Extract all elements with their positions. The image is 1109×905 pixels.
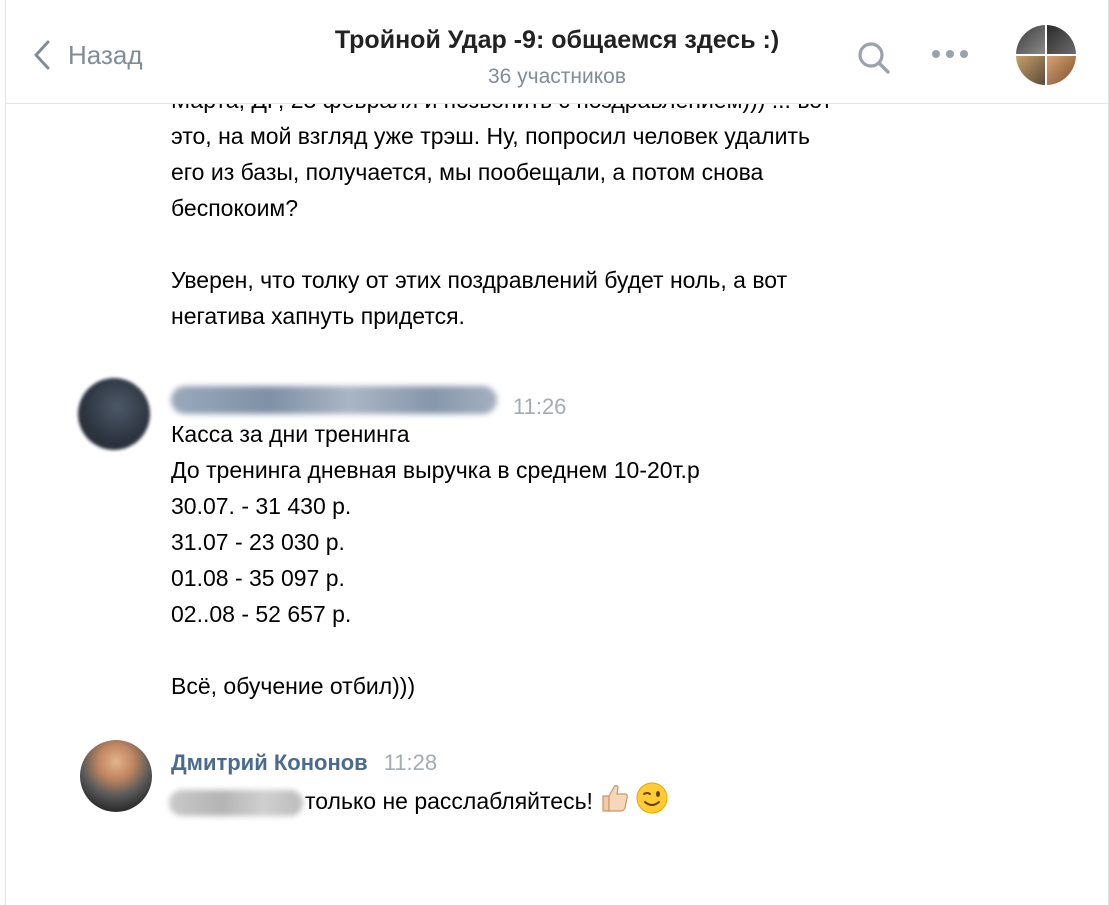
chat-avatar[interactable]: [1016, 25, 1076, 85]
message-header: 11:26: [171, 386, 566, 420]
thumbs-up-emoji: [602, 785, 628, 812]
message-list: Марта, ДР, 23 февраля и позвонить с позд…: [6, 104, 1108, 905]
message-text-previous: Марта, ДР, 23 февраля и позвонить с позд…: [171, 104, 832, 329]
sender-name-blurred[interactable]: [171, 386, 497, 414]
message-text: только не расслабляйтесь!: [305, 788, 593, 814]
more-icon: [932, 50, 940, 58]
message-time: 11:28: [383, 750, 438, 775]
mention-blurred[interactable]: [169, 789, 303, 816]
message-header: Дмитрий Кононов 11:28: [171, 750, 437, 776]
chat-header: Назад Тройной Удар -9: общаемся здесь :)…: [6, 0, 1108, 104]
avatar[interactable]: [78, 378, 150, 450]
search-button[interactable]: [856, 40, 892, 81]
message-body: только не расслабляйтесь!: [169, 781, 929, 819]
message-text: Касса за дни тренинга До тренинга дневна…: [171, 421, 700, 699]
winking-face-emoji: [636, 782, 668, 814]
members-count: 36 участников: [487, 65, 627, 88]
search-icon: [858, 42, 890, 74]
chat-window: Назад Тройной Удар -9: общаемся здесь :)…: [5, 0, 1109, 905]
avatar[interactable]: [80, 740, 152, 812]
more-button[interactable]: [932, 50, 968, 58]
sender-name[interactable]: Дмитрий Кононов: [171, 750, 368, 776]
